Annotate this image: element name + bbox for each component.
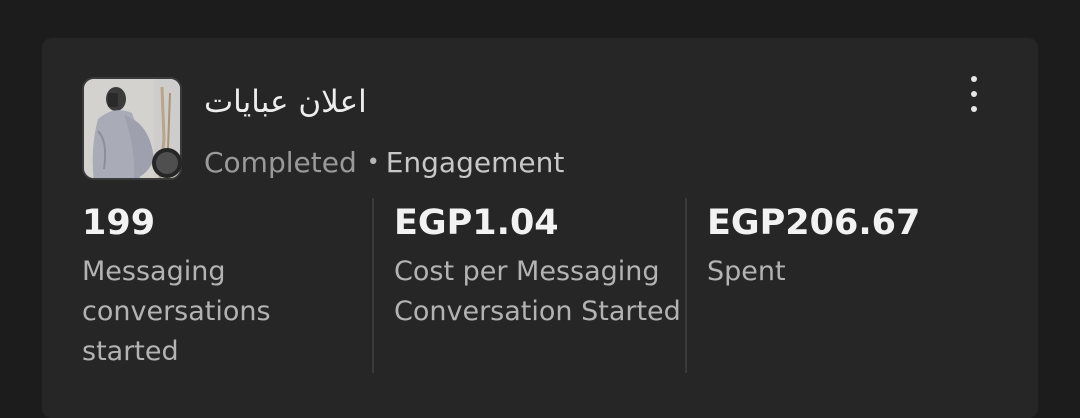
- metric-value: 199: [82, 203, 156, 243]
- more-vertical-icon[interactable]: [962, 76, 986, 112]
- metric-label: Spent: [707, 256, 786, 287]
- divider: [685, 198, 687, 373]
- status-label: Completed: [204, 146, 357, 179]
- metric-value: EGP206.67: [707, 203, 921, 243]
- metric-label: Cost per Messaging Conversation Started: [394, 256, 681, 327]
- metric-conversations: 199 Messaging conversations started: [82, 200, 372, 372]
- status-dot-icon: [152, 148, 182, 178]
- ad-card[interactable]: اعلان عبايات Completed • Engagement 199 Me…: [42, 38, 1038, 418]
- metric-value: EGP1.04: [394, 203, 559, 243]
- metric-spent: EGP206.67 Spent: [707, 200, 1007, 292]
- metric-cost-per-conversation: EGP1.04 Cost per Messaging Conversation …: [394, 200, 694, 332]
- objective-label: Engagement: [385, 146, 565, 179]
- ad-subtitle: Completed • Engagement: [204, 146, 564, 179]
- divider: [372, 198, 374, 373]
- separator-dot: •: [366, 150, 380, 175]
- metric-label: Messaging conversations started: [82, 256, 271, 367]
- ad-title[interactable]: اعلان عبايات: [204, 84, 367, 120]
